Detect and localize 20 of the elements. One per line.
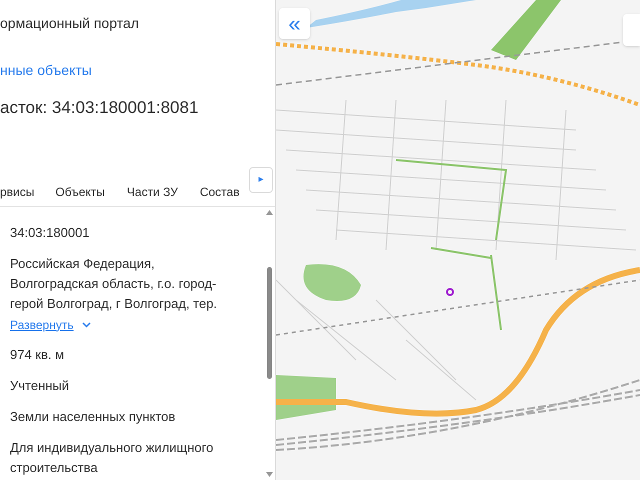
scrollbar-thumb[interactable] [266,267,272,380]
tab[interactable]: Части ЗУ [126,183,178,201]
tab[interactable]: Объекты [55,183,105,201]
address-value: Российская Федерация, Волгоградская область, г.о. город-герой Волгоград, г Волгоград, тер. [10,254,218,313]
field-value: Для индивидуального жилищного строительства [10,438,214,477]
field-value: Земли населенных пунктов [10,408,176,426]
objects-link[interactable]: нные объекты [0,60,275,81]
field-value: Учтенный [10,376,70,394]
expand-link[interactable]: Развернуть [10,316,91,334]
parcel-title: асток: 34:03:180001:8081 [0,97,200,119]
collapse-panel-button[interactable]: « [279,8,310,39]
scroll-down-icon [266,472,272,477]
field-value: 974 кв. м [10,346,66,364]
tabs-next-button[interactable]: ▸ [249,166,273,192]
chevron-down-icon [82,322,91,328]
tab[interactable]: Состав [200,183,240,201]
scroll-up-icon [266,210,272,214]
field-value: 34:03:180001 [10,224,91,242]
portal-title: ормационный портал [0,14,140,33]
tab[interactable]: рвисы [0,183,34,201]
